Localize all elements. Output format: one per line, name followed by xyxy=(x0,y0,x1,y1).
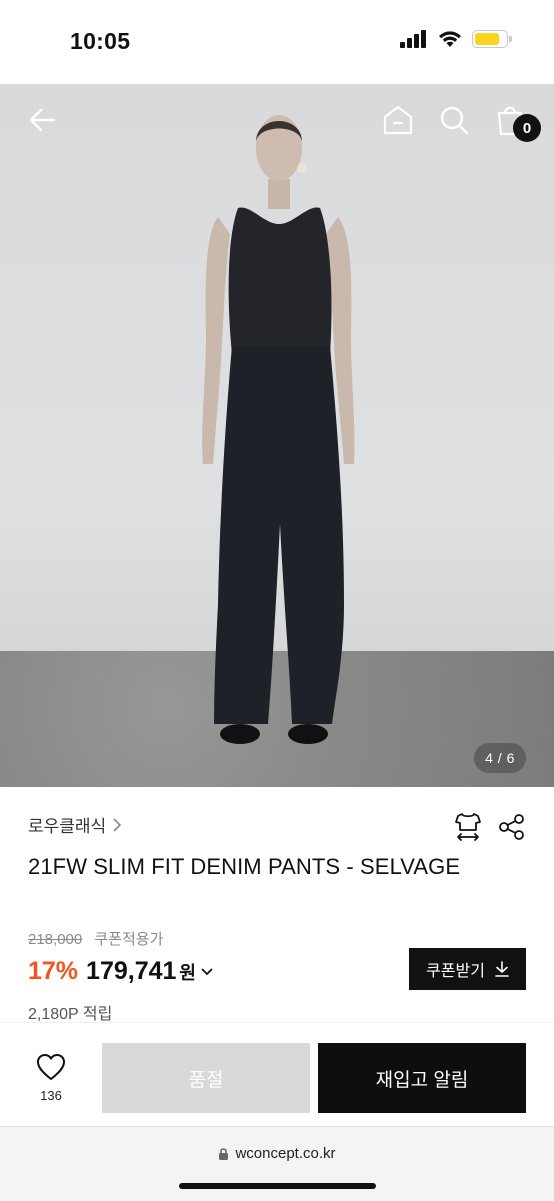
brand-row: 로우클래식 xyxy=(28,812,526,842)
coupon-download-button[interactable]: 쿠폰받기 xyxy=(409,948,526,990)
like-count: 136 xyxy=(40,1088,62,1103)
original-price-row: 218,000 쿠폰적용가 xyxy=(28,928,526,949)
status-time: 10:05 xyxy=(70,28,131,54)
home-indicator xyxy=(179,1183,376,1189)
search-icon xyxy=(440,106,469,135)
url-bar[interactable]: wconcept.co.kr xyxy=(0,1145,554,1162)
brand-name: 로우클래식 xyxy=(28,817,107,836)
soldout-button[interactable]: 품절 xyxy=(102,1043,310,1113)
size-guide-icon[interactable] xyxy=(454,812,482,842)
share-icon[interactable] xyxy=(498,813,526,841)
like-button[interactable]: 136 xyxy=(30,1053,72,1103)
brand-actions xyxy=(454,812,526,842)
original-price: 218,000 xyxy=(28,931,83,948)
download-icon xyxy=(495,961,509,977)
hero-navigation xyxy=(0,84,554,164)
cart-count-badge: 0 xyxy=(513,114,541,142)
coupon-button-label: 쿠폰받기 xyxy=(426,963,485,980)
brand-link[interactable]: 로우클래식 xyxy=(28,812,122,837)
currency-unit: 원 xyxy=(179,962,196,983)
status-bar: 10:05 xyxy=(0,0,554,84)
home-icon xyxy=(383,105,413,135)
reward-points: 2,180P 적립 xyxy=(28,1006,113,1023)
chevron-right-icon xyxy=(113,817,122,832)
bottom-action-bar: 136 품절 재입고 알림 xyxy=(0,1022,554,1127)
lock-icon xyxy=(219,1147,229,1160)
battery-icon xyxy=(472,30,512,48)
cellular-signal-icon xyxy=(400,30,426,48)
search-button[interactable] xyxy=(436,102,472,138)
home-button[interactable] xyxy=(380,102,416,138)
back-button[interactable] xyxy=(24,102,60,138)
browser-bar: wconcept.co.kr xyxy=(0,1126,554,1201)
status-icons xyxy=(400,30,512,48)
chevron-down-icon[interactable] xyxy=(200,967,214,977)
heart-icon xyxy=(37,1054,65,1080)
wifi-icon xyxy=(439,31,461,47)
image-counter: 4 / 6 xyxy=(474,743,526,773)
sale-price: 179,741 xyxy=(86,957,177,985)
product-title: 21FW SLIM FIT DENIM PANTS - SELVAGE xyxy=(28,854,461,879)
coupon-price-note: 쿠폰적용가 xyxy=(94,931,164,948)
model-photo xyxy=(202,115,355,744)
discount-rate: 17% xyxy=(28,957,79,985)
product-image-carousel[interactable]: 4 / 6 xyxy=(0,84,554,787)
back-arrow-icon xyxy=(29,108,56,132)
restock-alert-button[interactable]: 재입고 알림 xyxy=(318,1043,526,1113)
url-text: wconcept.co.kr xyxy=(235,1145,336,1162)
